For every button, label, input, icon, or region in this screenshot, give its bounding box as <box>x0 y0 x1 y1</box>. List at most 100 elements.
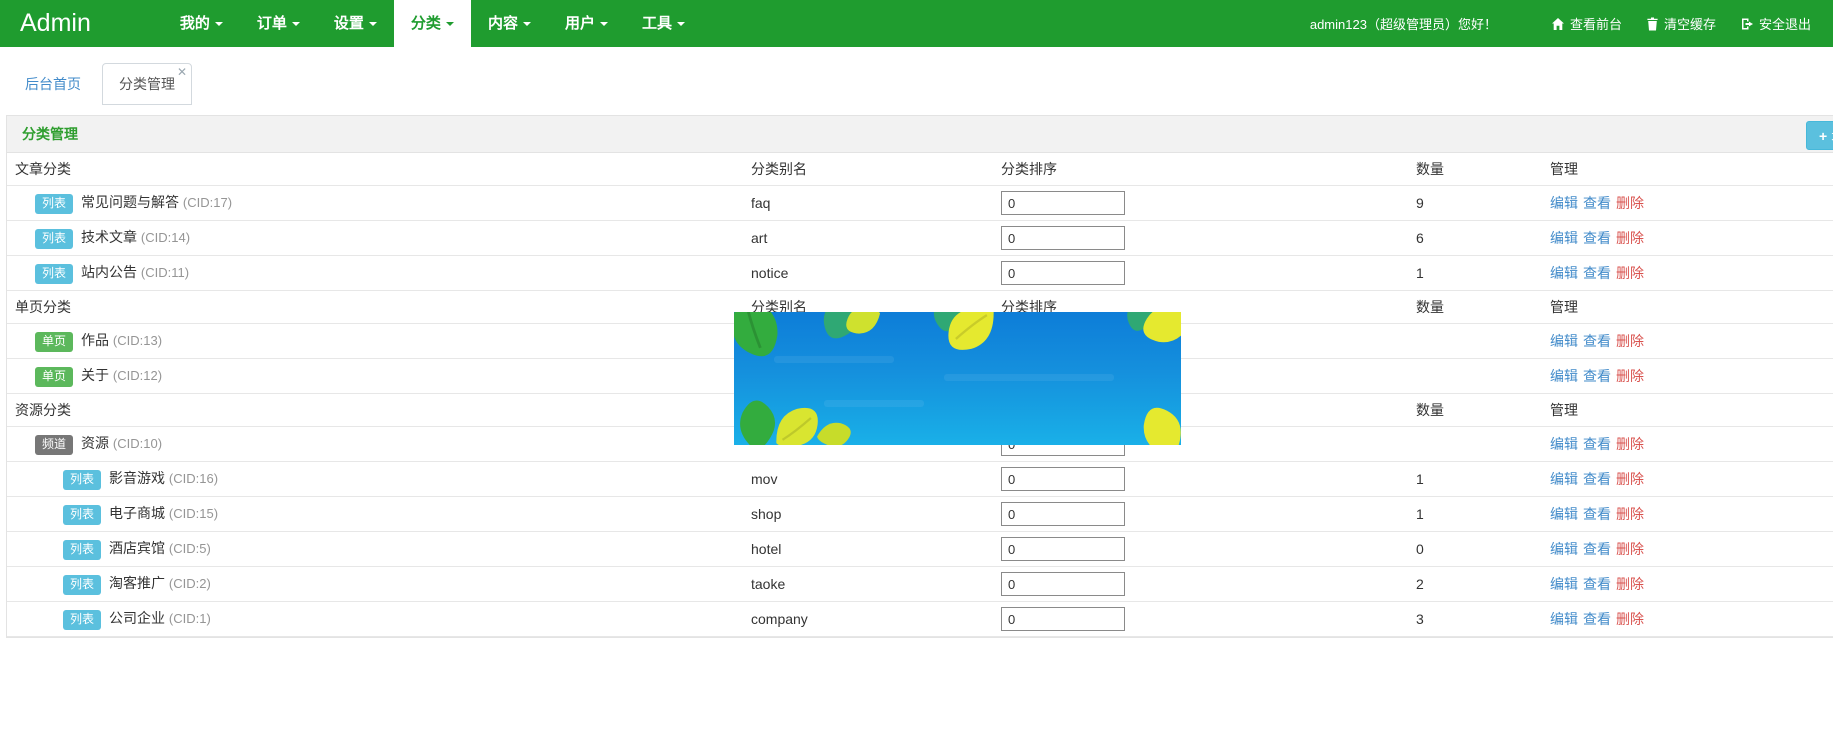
edit-link[interactable]: 编辑 <box>1550 576 1578 592</box>
nav-item-users[interactable]: 用户 <box>548 0 625 47</box>
delete-link[interactable]: 删除 <box>1616 541 1644 557</box>
edit-link[interactable]: 编辑 <box>1550 611 1578 627</box>
view-link[interactable]: 查看 <box>1583 471 1611 487</box>
nav-item-orders[interactable]: 订单 <box>240 0 317 47</box>
category-cid: (CID:5) <box>169 541 211 556</box>
category-name: 站内公告 <box>81 264 137 280</box>
sort-order-input[interactable] <box>1001 502 1125 526</box>
add-category-button[interactable]: +增加 <box>1806 121 1833 150</box>
nav-item-mine[interactable]: 我的 <box>163 0 240 47</box>
category-alias: hotel <box>743 532 993 567</box>
delete-link[interactable]: 删除 <box>1616 611 1644 627</box>
category-name-cell: 列表技术文章 (CID:14) <box>7 221 743 256</box>
delete-link[interactable]: 删除 <box>1616 506 1644 522</box>
nav-item-content[interactable]: 内容 <box>471 0 548 47</box>
sort-order-input[interactable] <box>1001 226 1125 250</box>
category-sort-cell <box>993 567 1408 602</box>
category-type-badge: 列表 <box>35 229 73 248</box>
nav-item-categories[interactable]: 分类 <box>394 0 471 47</box>
edit-link[interactable]: 编辑 <box>1550 471 1578 487</box>
clear-cache-label: 清空缓存 <box>1664 14 1716 33</box>
edit-link[interactable]: 编辑 <box>1550 230 1578 246</box>
view-link[interactable]: 查看 <box>1583 230 1611 246</box>
category-type-badge: 列表 <box>35 264 73 283</box>
category-alias: notice <box>743 256 993 291</box>
nav-item-settings[interactable]: 设置 <box>317 0 394 47</box>
edit-link[interactable]: 编辑 <box>1550 368 1578 384</box>
caret-down-icon <box>215 22 223 26</box>
plus-icon: + <box>1819 128 1827 144</box>
edit-link[interactable]: 编辑 <box>1550 195 1578 211</box>
tab-dashboard[interactable]: 后台首页 <box>8 63 98 105</box>
sort-order-input[interactable] <box>1001 261 1125 285</box>
view-link[interactable]: 查看 <box>1583 506 1611 522</box>
delete-link[interactable]: 删除 <box>1616 265 1644 281</box>
view-link[interactable]: 查看 <box>1583 265 1611 281</box>
delete-link[interactable]: 删除 <box>1616 368 1644 384</box>
category-count <box>1408 427 1542 462</box>
category-name: 作品 <box>81 332 109 348</box>
leaf-icon <box>1132 400 1181 445</box>
logout-button[interactable]: 安全退出 <box>1740 14 1811 33</box>
edit-link[interactable]: 编辑 <box>1550 506 1578 522</box>
sort-order-input[interactable] <box>1001 191 1125 215</box>
brand-logo: Admin <box>0 0 111 47</box>
view-site-button[interactable]: 查看前台 <box>1551 14 1622 33</box>
category-alias: faq <box>743 186 993 221</box>
sort-order-input[interactable] <box>1001 572 1125 596</box>
category-count <box>1408 324 1542 359</box>
sort-order-input[interactable] <box>1001 607 1125 631</box>
category-name-cell: 频道资源 (CID:10) <box>7 427 743 462</box>
category-alias: company <box>743 602 993 637</box>
category-row: 列表淘客推广 (CID:2)taoke2编辑查看删除 <box>7 567 1833 602</box>
delete-link[interactable]: 删除 <box>1616 436 1644 452</box>
category-count: 6 <box>1408 221 1542 256</box>
view-link[interactable]: 查看 <box>1583 576 1611 592</box>
trash-icon <box>1646 17 1659 31</box>
delete-link[interactable]: 删除 <box>1616 576 1644 592</box>
caret-down-icon <box>600 22 608 26</box>
leaf-icon <box>1135 312 1181 355</box>
category-sort-cell <box>993 186 1408 221</box>
close-icon[interactable]: ✕ <box>177 66 187 78</box>
sort-order-input[interactable] <box>1001 537 1125 561</box>
view-link[interactable]: 查看 <box>1583 195 1611 211</box>
view-link[interactable]: 查看 <box>1583 541 1611 557</box>
view-link[interactable]: 查看 <box>1583 333 1611 349</box>
category-name-wrap: 列表酒店宾馆 (CID:5) <box>15 538 211 559</box>
category-name-cell: 单页关于 (CID:12) <box>7 359 743 394</box>
category-manage-cell: 编辑查看删除 <box>1542 497 1833 532</box>
category-name-wrap: 列表公司企业 (CID:1) <box>15 608 211 629</box>
delete-link[interactable]: 删除 <box>1616 333 1644 349</box>
panel-title: 分类管理 <box>22 126 78 142</box>
category-name-wrap: 列表影音游戏 (CID:16) <box>15 468 218 489</box>
view-link[interactable]: 查看 <box>1583 436 1611 452</box>
banner-streak <box>774 356 894 363</box>
view-link[interactable]: 查看 <box>1583 368 1611 384</box>
delete-link[interactable]: 删除 <box>1616 471 1644 487</box>
tab-label: 分类管理 <box>119 76 175 92</box>
category-count: 1 <box>1408 497 1542 532</box>
category-cid: (CID:10) <box>113 436 162 451</box>
category-row: 列表公司企业 (CID:1)company3编辑查看删除 <box>7 602 1833 637</box>
edit-link[interactable]: 编辑 <box>1550 265 1578 281</box>
clear-cache-button[interactable]: 清空缓存 <box>1646 14 1716 33</box>
category-sort-cell <box>993 256 1408 291</box>
category-type-badge: 列表 <box>63 470 101 489</box>
tab-category-management[interactable]: 分类管理 ✕ <box>102 63 192 105</box>
delete-link[interactable]: 删除 <box>1616 195 1644 211</box>
category-manage-cell: 编辑查看删除 <box>1542 602 1833 637</box>
edit-link[interactable]: 编辑 <box>1550 333 1578 349</box>
category-sort-cell <box>993 532 1408 567</box>
category-name-cell: 列表站内公告 (CID:11) <box>7 256 743 291</box>
column-header-count: 数量 <box>1408 291 1542 324</box>
caret-down-icon <box>292 22 300 26</box>
nav-item-tools[interactable]: 工具 <box>625 0 702 47</box>
home-icon <box>1551 17 1565 31</box>
sort-order-input[interactable] <box>1001 467 1125 491</box>
category-manage-cell: 编辑查看删除 <box>1542 324 1833 359</box>
view-link[interactable]: 查看 <box>1583 611 1611 627</box>
edit-link[interactable]: 编辑 <box>1550 541 1578 557</box>
edit-link[interactable]: 编辑 <box>1550 436 1578 452</box>
delete-link[interactable]: 删除 <box>1616 230 1644 246</box>
